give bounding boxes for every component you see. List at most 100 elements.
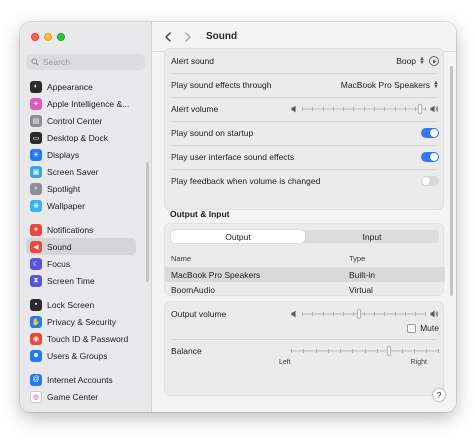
sidebar-item-screen-saver[interactable]: ▣ Screen Saver xyxy=(26,163,136,180)
sidebar-scrollbar[interactable] xyxy=(146,162,149,282)
sidebar-item-internet-accounts[interactable]: @ Internet Accounts xyxy=(26,371,136,388)
sidebar-item-sound[interactable]: ◀ Sound xyxy=(26,238,136,255)
tab-input[interactable]: Input xyxy=(305,230,439,243)
sidebar-item-displays[interactable]: ☀ Displays xyxy=(26,146,136,163)
sidebar-item-game-center[interactable]: ◍ Game Center xyxy=(26,388,136,405)
alert-volume-controls xyxy=(291,104,439,114)
sidebar-item-touch-id[interactable]: ◉ Touch ID & Password xyxy=(26,330,136,347)
alert-sound-value: Boop xyxy=(396,56,417,66)
lock-screen-icon: ▪ xyxy=(30,298,42,311)
balance-left-label: Left xyxy=(279,359,291,366)
play-through-row: Play sound effects through MacBook Pro S… xyxy=(165,73,445,97)
help-button[interactable]: ? xyxy=(432,388,446,402)
forward-button[interactable] xyxy=(179,28,197,46)
sound-icon: ◀ xyxy=(30,240,42,253)
sidebar-item-label: Users & Groups xyxy=(47,350,108,361)
sidebar-item-desktop-dock[interactable]: ▭ Desktop & Dock xyxy=(26,129,136,146)
search-icon xyxy=(31,58,39,66)
toggle-knob xyxy=(430,129,438,137)
sidebar-separator xyxy=(26,214,136,221)
sidebar-item-apple-intelligence[interactable]: ✦ Apple Intelligence &... xyxy=(26,95,136,112)
play-through-popup[interactable]: MacBook Pro Speakers ▲ ▼ xyxy=(341,80,439,90)
chevron-right-icon xyxy=(185,31,191,42)
sidebar-item-control-center[interactable]: ▤ Control Center xyxy=(26,112,136,129)
play-through-label: Play sound effects through xyxy=(171,80,272,90)
sidebar-item-label: Sound xyxy=(47,241,72,252)
output-volume-slider[interactable] xyxy=(302,309,426,319)
output-volume-label: Output volume xyxy=(171,309,227,319)
updown-chevron-icon: ▲ ▼ xyxy=(419,55,425,66)
sidebar-item-spotlight[interactable]: ⌕ Spotlight xyxy=(26,180,136,197)
sidebar-item-label: Apple Intelligence &... xyxy=(47,98,130,109)
table-row[interactable]: MacBook Pro Speakers Built-in xyxy=(165,267,445,282)
balance-slider[interactable] xyxy=(291,346,439,356)
alert-volume-thumb[interactable] xyxy=(418,104,423,114)
sidebar-item-label: Notifications xyxy=(47,224,94,235)
column-header-name[interactable]: Name xyxy=(171,254,191,263)
play-alert-button[interactable] xyxy=(429,56,439,66)
tab-output[interactable]: Output xyxy=(171,230,305,243)
sidebar-item-label: Lock Screen xyxy=(47,299,95,310)
apple-intelligence-icon: ✦ xyxy=(30,97,42,110)
sidebar-item-label: Internet Accounts xyxy=(47,374,113,385)
sidebar-item-users-groups[interactable]: ☻ Users & Groups xyxy=(26,347,136,364)
sidebar-item-label: Wallpaper xyxy=(47,200,85,211)
sidebar-item-label: Focus xyxy=(47,258,71,269)
mute-checkbox[interactable] xyxy=(407,323,417,333)
alert-sound-controls: Boop ▲ ▼ xyxy=(396,56,439,66)
sidebar-item-privacy-hand[interactable]: ✋ Privacy & Security xyxy=(26,313,136,330)
sidebar-item-label: Screen Saver xyxy=(47,166,99,177)
privacy-hand-icon: ✋ xyxy=(30,315,42,328)
mute-row: Mute xyxy=(165,319,445,337)
sidebar-item-lock-screen[interactable]: ▪ Lock Screen xyxy=(26,296,136,313)
notifications-icon: ● xyxy=(30,223,42,236)
alert-sound-popup[interactable]: Boop ▲ ▼ xyxy=(396,56,425,66)
mute-label: Mute xyxy=(420,323,439,333)
column-header-type[interactable]: Type xyxy=(349,254,365,263)
appearance-icon: ◐ xyxy=(30,80,42,93)
slider-ticks xyxy=(302,312,426,316)
control-center-icon: ▤ xyxy=(30,114,42,127)
sidebar-item-screen-time[interactable]: ⧗ Screen Time xyxy=(26,272,136,289)
minimize-button[interactable] xyxy=(44,33,52,41)
table-row[interactable]: BoomAudio Virtual xyxy=(165,282,445,297)
balance-label: Balance xyxy=(171,346,202,356)
toggle-knob xyxy=(422,177,430,185)
zoom-button[interactable] xyxy=(57,33,65,41)
window-controls xyxy=(31,33,65,41)
balance-thumb[interactable] xyxy=(387,346,392,356)
output-input-card: Output Input Name Type MacBook Pro Speak… xyxy=(164,223,445,297)
sidebar-item-wallpaper[interactable]: ❋ Wallpaper xyxy=(26,197,136,214)
alert-volume-slider[interactable] xyxy=(302,104,426,114)
balance-controls xyxy=(291,346,439,356)
sidebar-item-focus[interactable]: ☾ Focus xyxy=(26,255,136,272)
output-volume-controls xyxy=(291,309,439,319)
sidebar-item-label: Desktop & Dock xyxy=(47,132,108,143)
device-name: MacBook Pro Speakers xyxy=(171,269,261,280)
output-input-heading: Output & Input xyxy=(170,209,230,219)
startup-sound-toggle[interactable] xyxy=(421,128,439,138)
displays-icon: ☀ xyxy=(30,148,42,161)
search-input[interactable] xyxy=(43,57,143,67)
settings-window: ◐ Appearance ✦ Apple Intelligence &... ▤ Cont… xyxy=(20,22,456,412)
main-scrollbar[interactable] xyxy=(450,66,453,296)
touch-id-icon: ◉ xyxy=(30,332,42,345)
search-field[interactable] xyxy=(26,54,145,70)
close-button[interactable] xyxy=(31,33,39,41)
speaker-high-icon xyxy=(430,310,439,318)
sidebar-item-notifications[interactable]: ● Notifications xyxy=(26,221,136,238)
ui-sounds-toggle[interactable] xyxy=(421,152,439,162)
back-button[interactable] xyxy=(159,28,177,46)
output-volume-thumb[interactable] xyxy=(357,309,362,319)
device-type: Built-in xyxy=(349,269,375,280)
screen-time-icon: ⧗ xyxy=(30,274,42,287)
sound-effects-card: Alert sound Boop ▲ ▼ Play sound effects t… xyxy=(164,48,444,210)
volume-feedback-toggle[interactable] xyxy=(421,176,439,186)
sidebar-item-label: Spotlight xyxy=(47,183,81,194)
mute-controls: Mute xyxy=(407,323,439,333)
output-settings-card: Output volume Mute Balance xyxy=(164,301,444,396)
startup-sound-row: Play sound on startup xyxy=(165,121,445,145)
device-name: BoomAudio xyxy=(171,284,215,295)
main-pane: Sound Alert sound Boop ▲ ▼ Play sound eff xyxy=(152,22,456,412)
sidebar-item-appearance[interactable]: ◐ Appearance xyxy=(26,78,136,95)
